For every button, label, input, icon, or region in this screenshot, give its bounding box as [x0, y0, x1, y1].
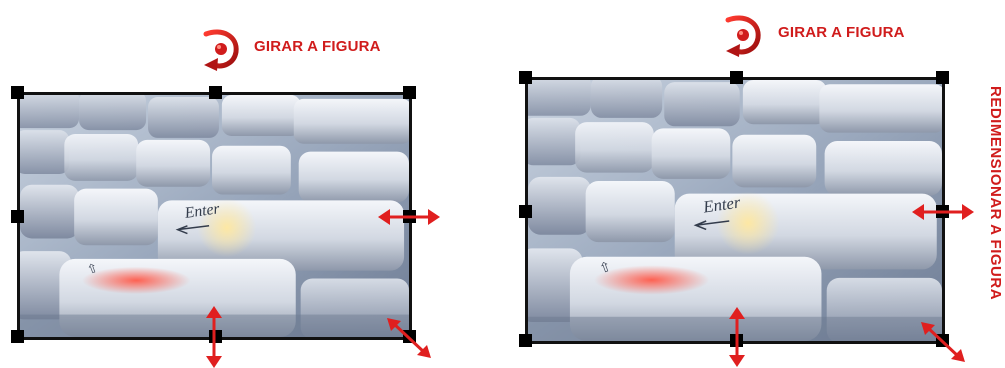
- handle-middle-left[interactable]: [519, 205, 532, 218]
- rotate-label: GIRAR A FIGURA: [254, 38, 381, 55]
- resize-vertical-arrow-icon[interactable]: [726, 307, 748, 367]
- handle-top-left[interactable]: [519, 71, 532, 84]
- resize-horizontal-arrow-icon[interactable]: [912, 201, 974, 223]
- handle-top-right[interactable]: [936, 71, 949, 84]
- handle-bottom-left[interactable]: [11, 330, 24, 343]
- right-panel: GIRAR A FIGURA REDIMENSIONAR A FIGURA En…: [500, 0, 1005, 367]
- rotate-icon[interactable]: [200, 26, 242, 72]
- keyboard-photo: Enter ⇧: [20, 95, 409, 337]
- handle-middle-left[interactable]: [11, 210, 24, 223]
- resize-vertical-arrow-icon[interactable]: [203, 306, 225, 368]
- handle-top-center[interactable]: [730, 71, 743, 84]
- resize-diagonal-arrow-icon[interactable]: [921, 322, 965, 362]
- resize-diagonal-arrow-icon[interactable]: [387, 318, 431, 358]
- keyboard-photo: Enter ⇧: [528, 80, 942, 341]
- handle-top-center[interactable]: [209, 86, 222, 99]
- image-frame[interactable]: Enter ⇧: [11, 86, 416, 343]
- left-panel: GIRAR A FIGURA Enter ⇧: [0, 0, 470, 368]
- handle-bottom-left[interactable]: [519, 334, 532, 347]
- rotate-icon[interactable]: [722, 12, 764, 58]
- resize-label: REDIMENSIONAR A FIGURA: [987, 86, 1004, 301]
- image-frame[interactable]: Enter ⇧: [519, 71, 949, 347]
- rotate-label: GIRAR A FIGURA: [778, 24, 905, 41]
- resize-horizontal-arrow-icon[interactable]: [378, 206, 440, 228]
- handle-top-right[interactable]: [403, 86, 416, 99]
- handle-top-left[interactable]: [11, 86, 24, 99]
